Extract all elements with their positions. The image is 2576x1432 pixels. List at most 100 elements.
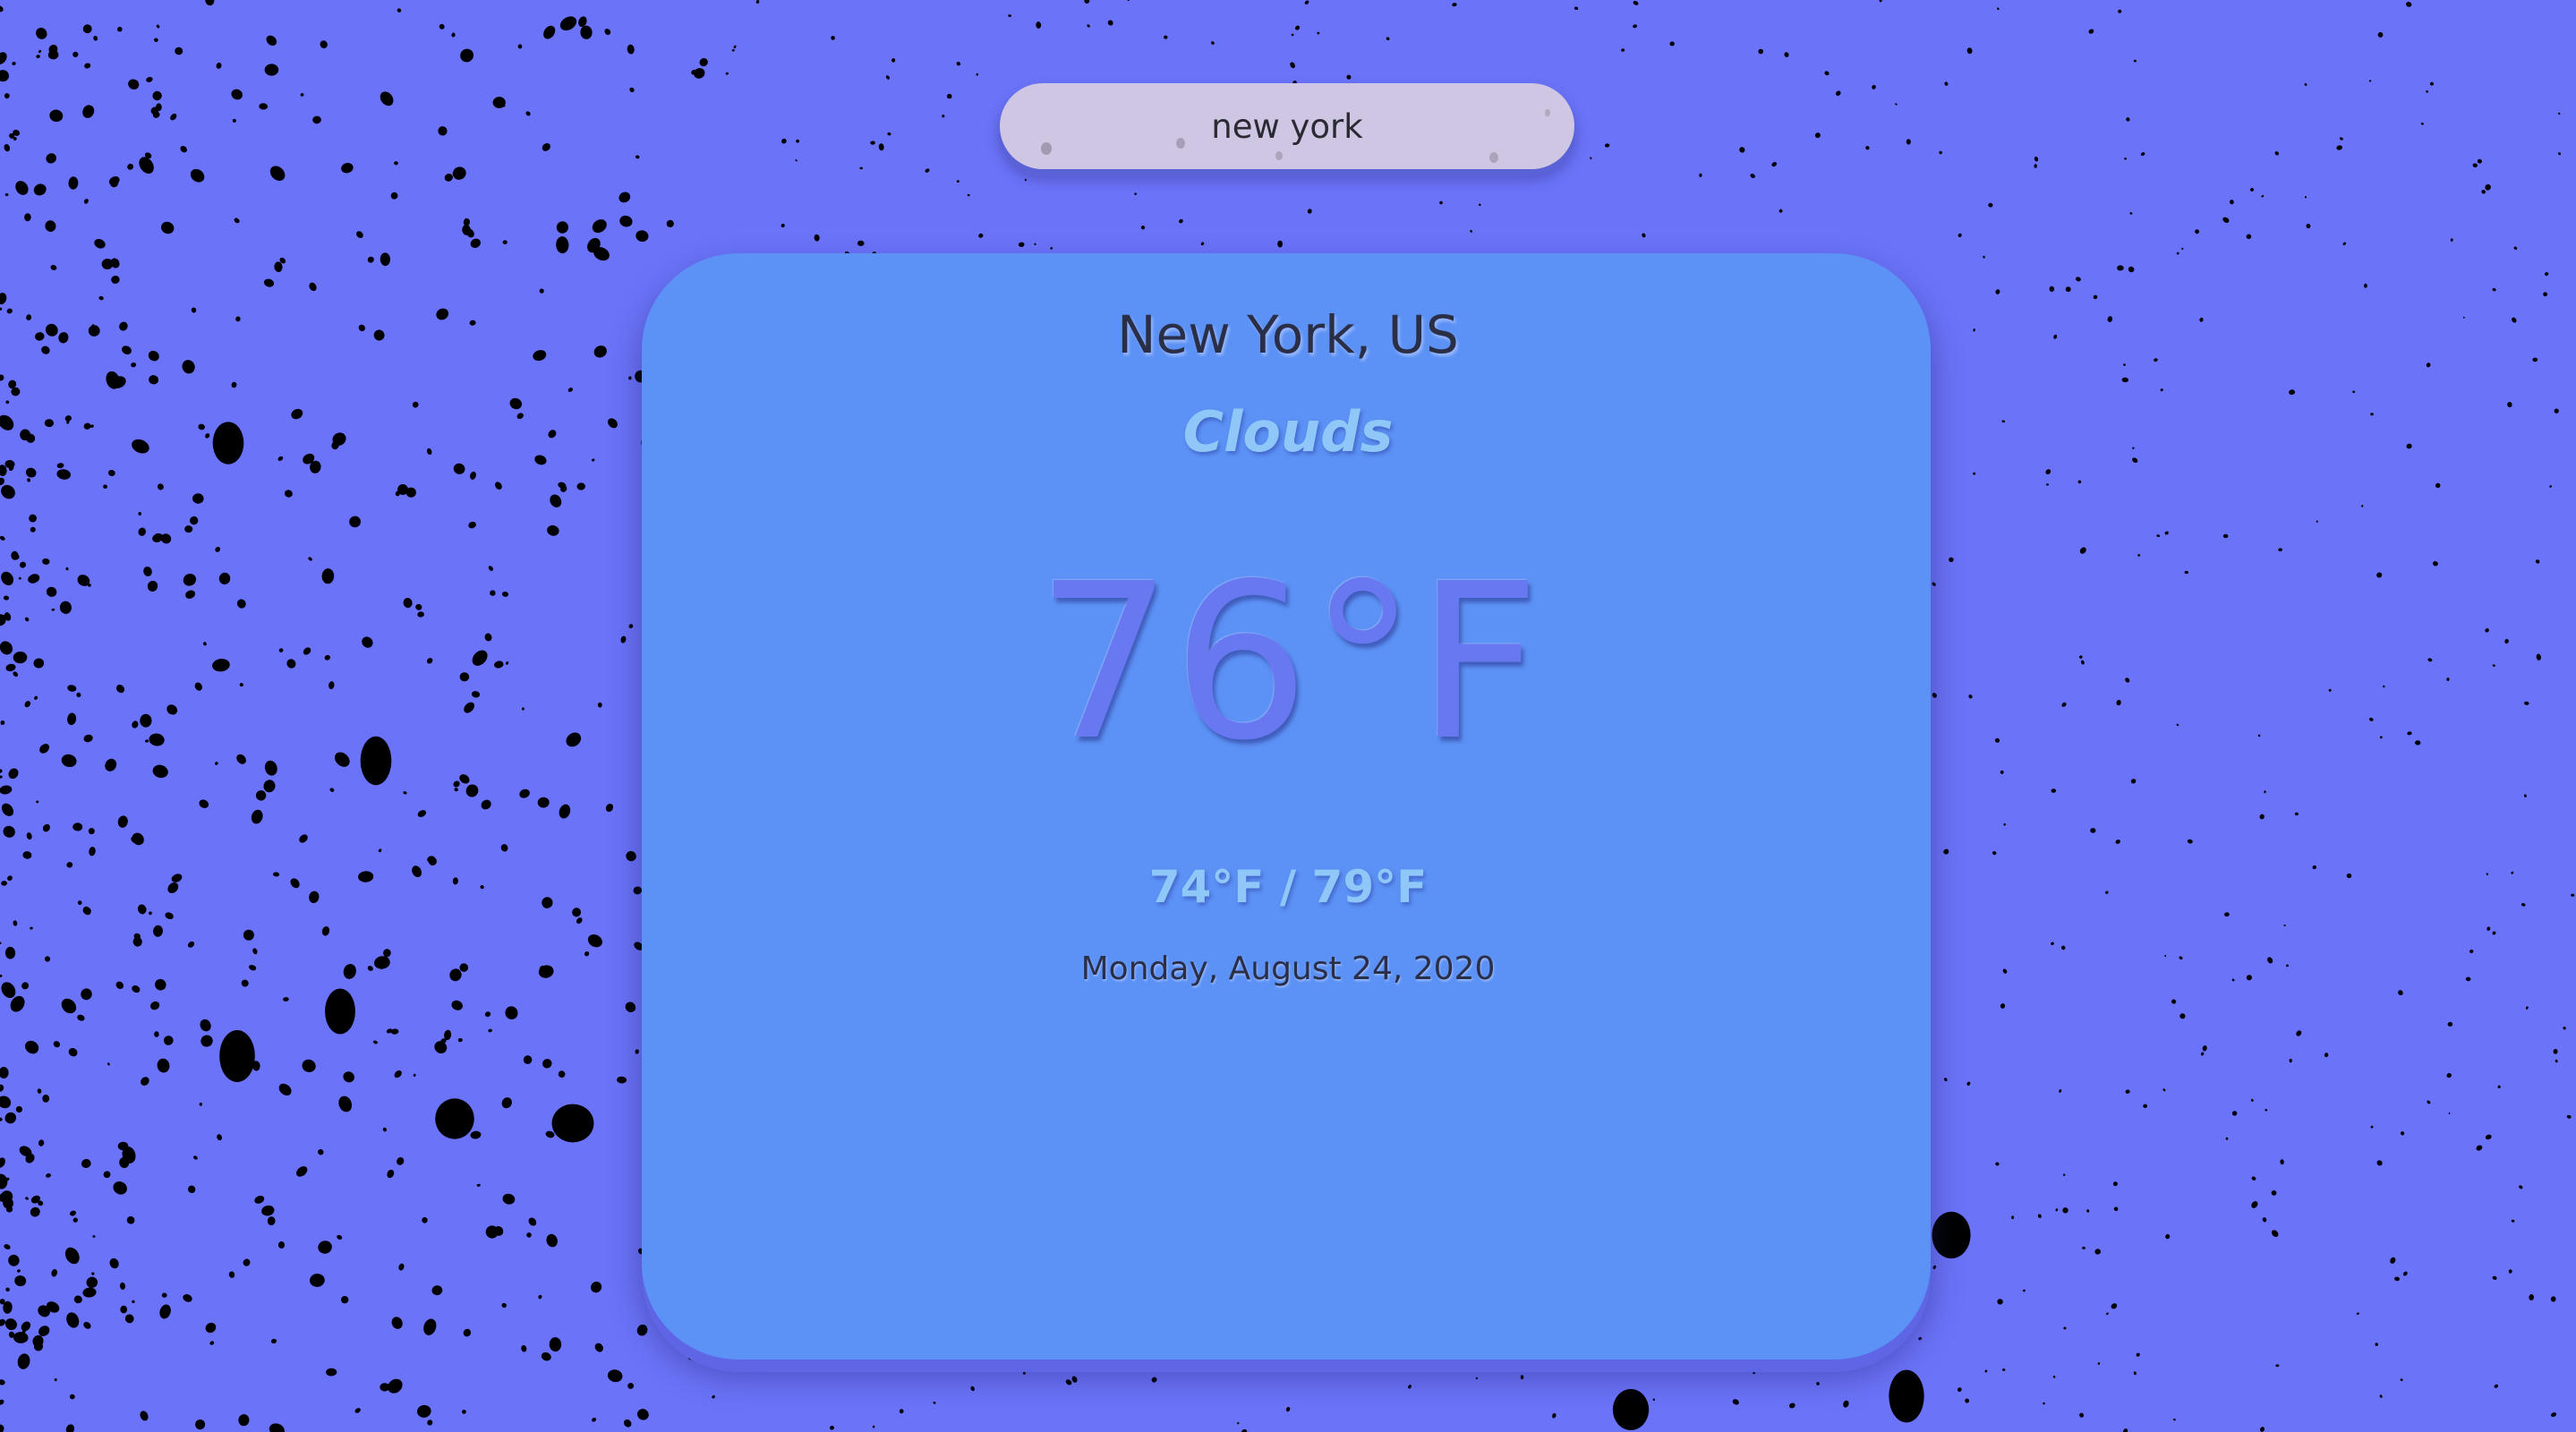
speckle (343, 1071, 354, 1083)
speckle (2476, 1145, 2483, 1151)
speckle (107, 469, 115, 477)
speckle (872, 1425, 875, 1428)
speckle (1452, 3, 1457, 7)
speckle (318, 1240, 332, 1254)
speckle (2200, 1052, 2205, 1056)
speckle (694, 68, 705, 79)
speckle (320, 40, 328, 48)
speckle (37, 1088, 42, 1094)
speckle (1386, 37, 1390, 41)
speckle (1084, 0, 1090, 4)
speckle (2090, 828, 2096, 833)
speckle (149, 1001, 160, 1010)
speckle (1758, 48, 1763, 55)
speckle (394, 1070, 402, 1078)
speckle (1895, 103, 1898, 106)
speckle (120, 1305, 128, 1314)
speckle (1612, 1389, 1650, 1430)
speckle (394, 161, 398, 166)
speckle (451, 1000, 463, 1010)
speckle (251, 809, 263, 824)
speckle (2112, 1181, 2118, 1187)
search-input[interactable] (1000, 83, 1574, 169)
speckle (1944, 81, 1949, 86)
speckle (687, 1354, 695, 1360)
speckle (528, 1217, 537, 1226)
speckle (592, 219, 607, 234)
speckle (2128, 266, 2135, 273)
speckle (2486, 926, 2491, 931)
speckle (140, 1411, 149, 1421)
speckle (2133, 59, 2137, 63)
speckle (2195, 229, 2200, 234)
speckle (2294, 812, 2299, 816)
speckle (1865, 146, 1870, 150)
speckle (1237, 1421, 1240, 1425)
speckle (15, 181, 29, 195)
speckle (2143, 1104, 2147, 1109)
speckle (1973, 472, 1976, 475)
speckle (170, 113, 177, 121)
speckle (2558, 152, 2561, 156)
speckle (2553, 1049, 2558, 1054)
speckle (1437, 1360, 1441, 1364)
speckle (2485, 183, 2491, 191)
speckle (2060, 945, 2066, 950)
speckle (61, 998, 77, 1014)
speckle (699, 57, 708, 67)
speckle (2508, 1269, 2512, 1274)
speckle (388, 1378, 403, 1394)
speckle (138, 512, 141, 516)
speckle (2171, 999, 2177, 1004)
speckle (0, 1095, 12, 1109)
search-bar[interactable] (1000, 83, 1574, 169)
speckle (470, 1130, 482, 1139)
speckle (2566, 1114, 2572, 1119)
speckle (159, 1304, 171, 1319)
speckle (635, 230, 649, 243)
speckle (1590, 157, 1592, 159)
speckle (126, 1215, 135, 1224)
speckle (2251, 1201, 2258, 1208)
speckle (2296, 1030, 2302, 1036)
speckle (199, 799, 209, 808)
speckle (1018, 242, 1025, 248)
speckle (1753, 1372, 1755, 1375)
speckle (81, 1158, 91, 1169)
speckle (82, 105, 95, 118)
speckle (1988, 202, 1993, 208)
speckle (1918, 1336, 1922, 1341)
speckle (2289, 1059, 2292, 1063)
speckle (539, 288, 544, 294)
speckle (725, 72, 729, 75)
speckle (81, 988, 92, 1001)
speckle (2430, 81, 2434, 86)
speckle (2133, 1371, 2137, 1376)
speckle (82, 1287, 97, 1298)
speckle (187, 941, 195, 948)
speckle (2550, 1296, 2556, 1302)
speckle (460, 48, 474, 63)
speckle (1965, 1398, 1970, 1403)
speckle (427, 1419, 433, 1426)
speckle (2361, 505, 2364, 507)
speckle (1290, 62, 1295, 69)
speckle (24, 213, 31, 222)
speckle (666, 219, 674, 228)
speckle (2406, 2, 2412, 7)
speckle (30, 926, 33, 930)
speckle (857, 240, 865, 246)
speckle (1992, 851, 1997, 856)
speckle (2390, 1257, 2396, 1264)
speckle (2222, 217, 2230, 224)
speckle (86, 1276, 98, 1288)
speckle (195, 1419, 206, 1430)
speckle (2400, 1378, 2403, 1382)
speckle (2352, 390, 2356, 394)
speckle (13, 920, 18, 926)
speckle (2034, 164, 2037, 168)
speckle (2230, 200, 2234, 205)
speckle (1470, 229, 1472, 233)
speckle (619, 215, 633, 227)
speckle (1984, 1369, 1988, 1373)
